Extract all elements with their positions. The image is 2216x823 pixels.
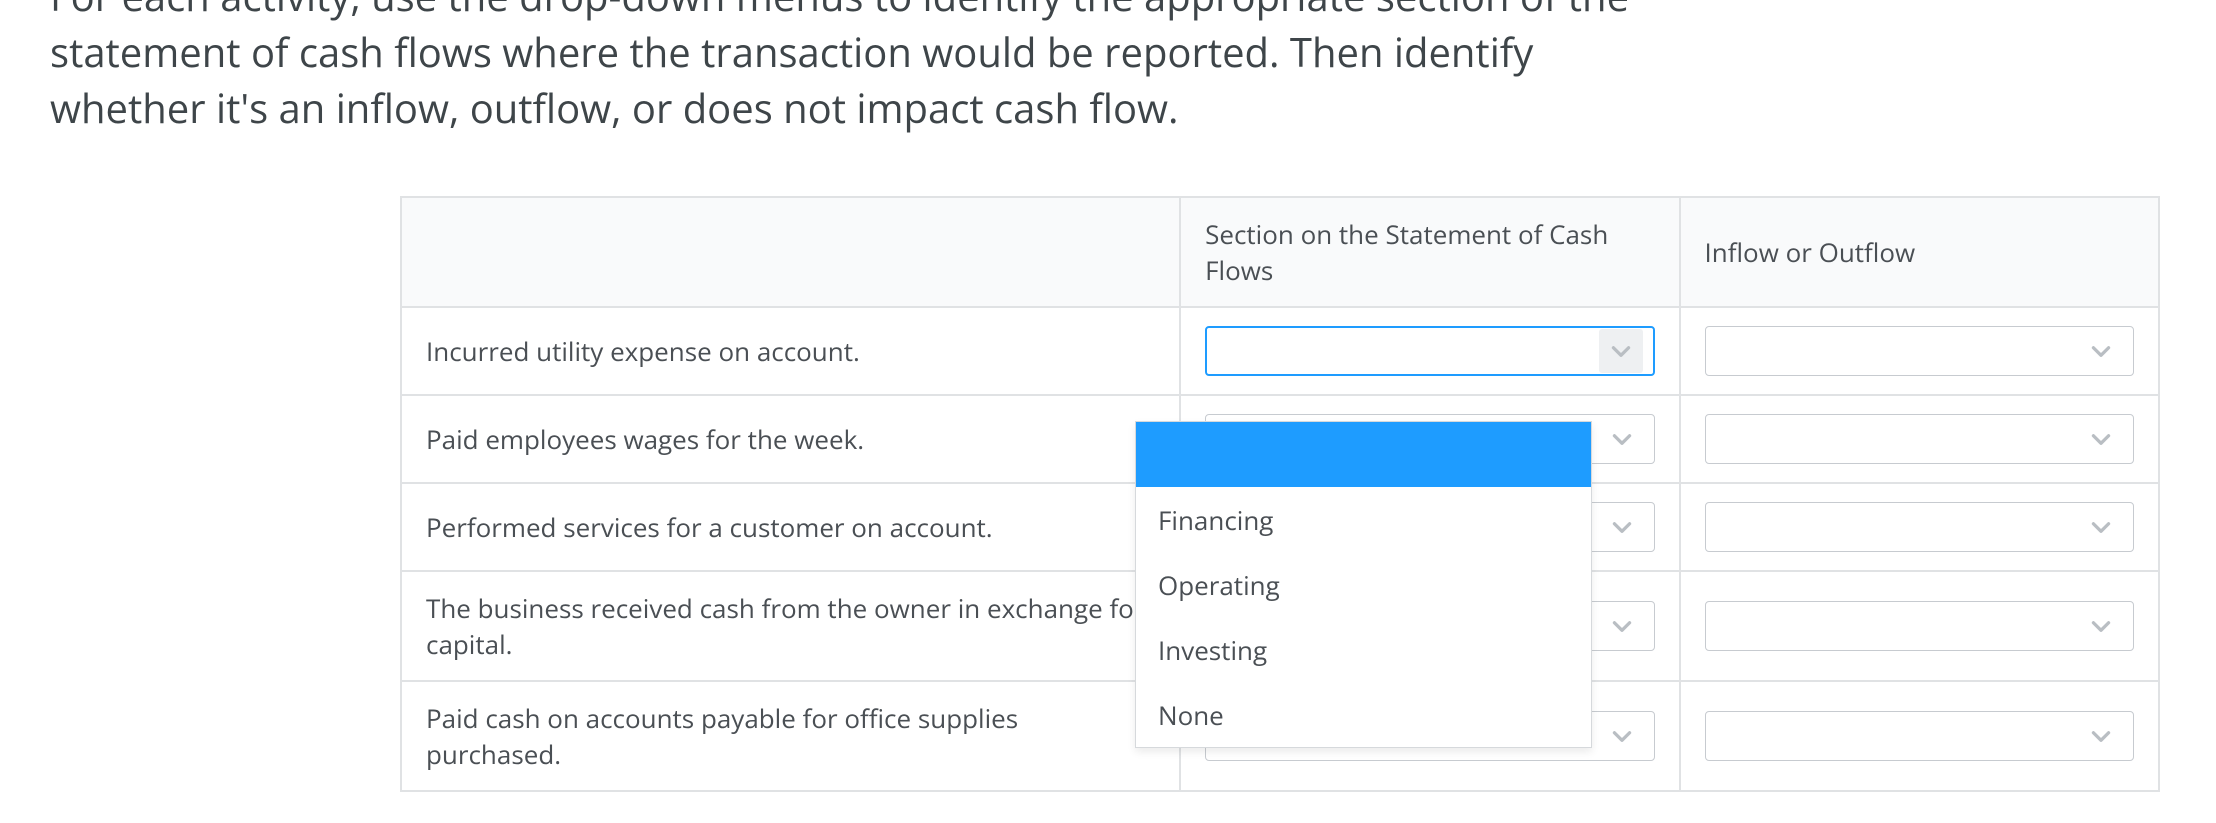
section-dropdown-menu: Financing Operating Investing None (1135, 421, 1592, 748)
dropdown-option-blank[interactable] (1136, 422, 1591, 487)
chevron-down-icon (2079, 505, 2123, 549)
row-label: Paid cash on accounts payable for office… (401, 681, 1180, 791)
chevron-down-icon (1600, 604, 1644, 648)
row-label: Paid employees wages for the week. (401, 395, 1180, 483)
flow-dropdown-row-1[interactable] (1705, 326, 2134, 376)
header-blank (401, 197, 1180, 307)
flow-dropdown-row-5[interactable] (1705, 711, 2134, 761)
flow-dropdown-row-2[interactable] (1705, 414, 2134, 464)
flow-dropdown-row-4[interactable] (1705, 601, 2134, 651)
row-label: The business received cash from the owne… (401, 571, 1180, 681)
section-dropdown-row-1[interactable] (1205, 326, 1654, 376)
chevron-down-icon (1600, 505, 1644, 549)
chevron-down-icon (2079, 604, 2123, 648)
table-row: Incurred utility expense on account. (401, 307, 2159, 395)
dropdown-option-financing[interactable]: Financing (1136, 487, 1591, 552)
question-instructions: For each activity, use the drop-down men… (50, 0, 2166, 136)
header-section: Section on the Statement of Cash Flows (1180, 197, 1679, 307)
dropdown-option-investing[interactable]: Investing (1136, 617, 1591, 682)
header-flow: Inflow or Outflow (1680, 197, 2159, 307)
instructions-line-2: statement of cash flows where the transa… (50, 24, 1533, 79)
instructions-line-3: whether it's an inflow, outflow, or does… (50, 80, 1179, 135)
instructions-line-1: For each activity, use the drop-down men… (50, 0, 1629, 23)
row-label: Incurred utility expense on account. (401, 307, 1180, 395)
chevron-down-icon (1600, 714, 1644, 758)
chevron-down-icon (1599, 329, 1643, 373)
chevron-down-icon (2079, 417, 2123, 461)
chevron-down-icon (2079, 714, 2123, 758)
dropdown-option-none[interactable]: None (1136, 682, 1591, 747)
chevron-down-icon (1600, 417, 1644, 461)
chevron-down-icon (2079, 329, 2123, 373)
row-label: Performed services for a customer on acc… (401, 483, 1180, 571)
table-header-row: Section on the Statement of Cash Flows I… (401, 197, 2159, 307)
dropdown-option-operating[interactable]: Operating (1136, 552, 1591, 617)
flow-dropdown-row-3[interactable] (1705, 502, 2134, 552)
